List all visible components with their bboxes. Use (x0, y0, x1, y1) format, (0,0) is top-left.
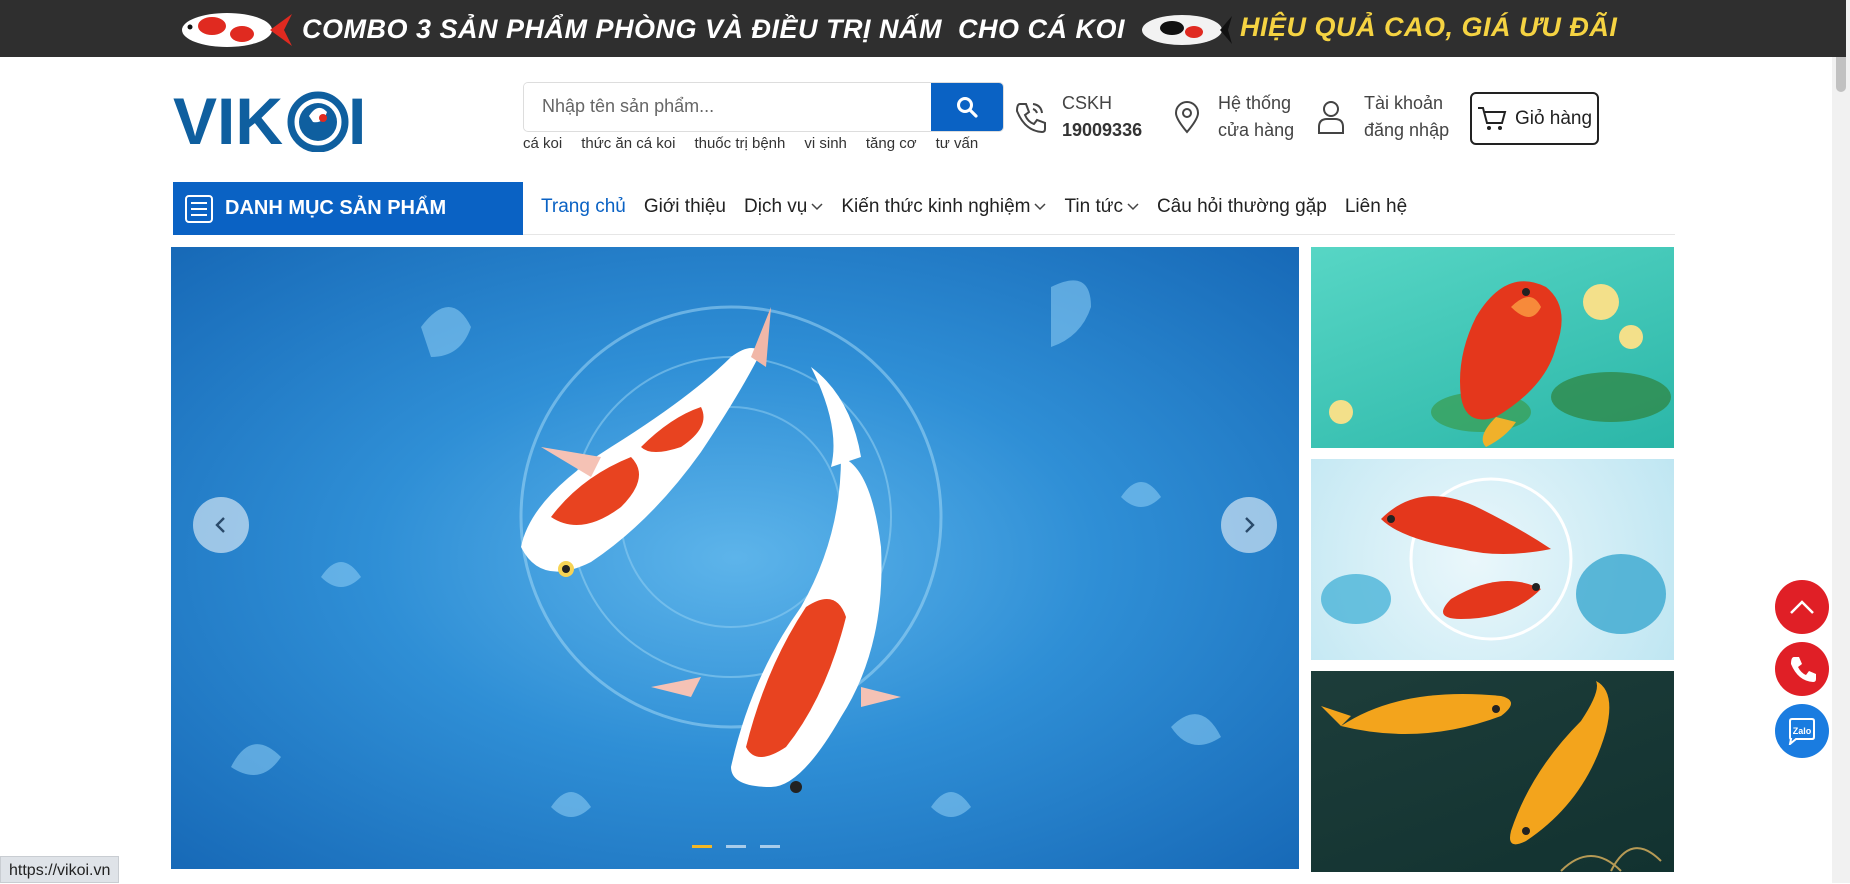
slider-dot[interactable] (692, 845, 712, 848)
search-suggestions: cá koi thức ăn cá koi thuốc trị bệnh vi … (523, 135, 978, 152)
scroll-top-button[interactable] (1775, 580, 1829, 634)
search-tag[interactable]: vi sinh (804, 135, 847, 152)
slider-dot[interactable] (760, 845, 780, 848)
side-banner[interactable] (1311, 459, 1674, 660)
side-banner[interactable] (1311, 671, 1674, 872)
slider-prev-button[interactable] (193, 497, 249, 553)
category-label: DANH MỤC SẢN PHẨM (225, 197, 447, 219)
search-tag[interactable]: tư vấn (936, 135, 979, 152)
cart-label: Giỏ hàng (1514, 107, 1593, 129)
nav-item-knowledge[interactable]: Kiến thức kinh nghiệm (841, 196, 1047, 218)
search-input[interactable] (524, 83, 929, 129)
account-login[interactable]: Tài khoản đăng nhập (1316, 90, 1449, 144)
account-line1: Tài khoản (1364, 93, 1444, 113)
phone-icon (1791, 657, 1816, 682)
chevron-left-icon (215, 517, 225, 533)
chevron-down-icon (1034, 203, 1047, 211)
main-nav: Trang chủ Giới thiệu Dịch vụ Kiến thức k… (541, 196, 1407, 218)
promo-banner[interactable]: COMBO 3 SẢN PHẨM PHÒNG VÀ ĐIỀU TRỊ NẤM C… (0, 0, 1846, 57)
chevron-up-icon (1790, 600, 1814, 614)
nav-divider (523, 234, 1675, 235)
page-scrollbar[interactable] (1832, 0, 1850, 883)
svg-text:I: I (348, 86, 366, 152)
cart-icon (1477, 106, 1507, 130)
store-system[interactable]: Hệ thống cửa hàng (1172, 90, 1294, 144)
phone-icon (1015, 103, 1046, 134)
search-box[interactable] (523, 82, 1004, 132)
status-bar-url: https://vikoi.vn (0, 856, 120, 883)
zalo-label: Zalo (1792, 726, 1812, 736)
call-button[interactable] (1775, 642, 1829, 696)
stores-line1: Hệ thống (1218, 93, 1292, 113)
nav-item-services[interactable]: Dịch vụ (744, 196, 823, 218)
koi-icon (1142, 15, 1232, 45)
promo-text-for: CHO CÁ KOI (958, 14, 1125, 44)
side-banner[interactable] (1311, 247, 1674, 448)
golden-koi-image (1321, 681, 1662, 872)
customer-support[interactable]: CSKH 19009336 (1012, 90, 1142, 144)
support-phone: 19009336 (1062, 120, 1143, 140)
search-button[interactable] (931, 83, 1003, 131)
nav-item-contact[interactable]: Liên hệ (1345, 196, 1407, 218)
cart-button[interactable]: Giỏ hàng (1470, 92, 1599, 145)
chevron-down-icon (1127, 203, 1139, 211)
hero-koi-image (231, 280, 1221, 817)
nav-item-faq[interactable]: Câu hỏi thường gặp (1157, 196, 1327, 218)
zalo-button[interactable]: Zalo (1775, 704, 1829, 758)
nav-item-home[interactable]: Trang chủ (541, 196, 626, 218)
search-tag[interactable]: thức ăn cá koi (581, 135, 675, 152)
slider-next-button[interactable] (1221, 497, 1277, 553)
koi-lotus-image (1329, 281, 1671, 447)
slider-dots (692, 845, 780, 848)
hero-slider[interactable] (171, 247, 1299, 869)
search-tag[interactable]: thuốc trị bệnh (694, 135, 785, 152)
menu-icon (185, 194, 213, 223)
map-pin-icon (1174, 101, 1200, 134)
chevron-right-icon (1245, 517, 1255, 533)
svg-text:VIK: VIK (173, 86, 283, 152)
promo-text-highlight: HIỆU QUẢ CAO, GIÁ ƯU ĐÃI (1240, 12, 1618, 42)
search-tag[interactable]: cá koi (523, 135, 562, 152)
koi-pair-image (1321, 477, 1666, 641)
koi-icon (182, 13, 292, 47)
search-icon (957, 97, 978, 118)
nav-item-about[interactable]: Giới thiệu (644, 196, 726, 218)
slider-dot[interactable] (726, 845, 746, 848)
nav-item-news[interactable]: Tin tức (1064, 196, 1139, 218)
promo-text-main: COMBO 3 SẢN PHẨM PHÒNG VÀ ĐIỀU TRỊ NẤM (302, 14, 943, 44)
chevron-down-icon (811, 203, 823, 211)
stores-line2: cửa hàng (1218, 120, 1295, 140)
account-line2: đăng nhập (1364, 120, 1450, 140)
vikoi-logo[interactable]: VIK I (173, 86, 373, 152)
search-tag[interactable]: tăng cơ (866, 135, 917, 152)
support-label: CSKH (1062, 93, 1113, 113)
user-icon (1318, 101, 1344, 134)
category-menu-button[interactable]: DANH MỤC SẢN PHẨM (173, 182, 523, 235)
